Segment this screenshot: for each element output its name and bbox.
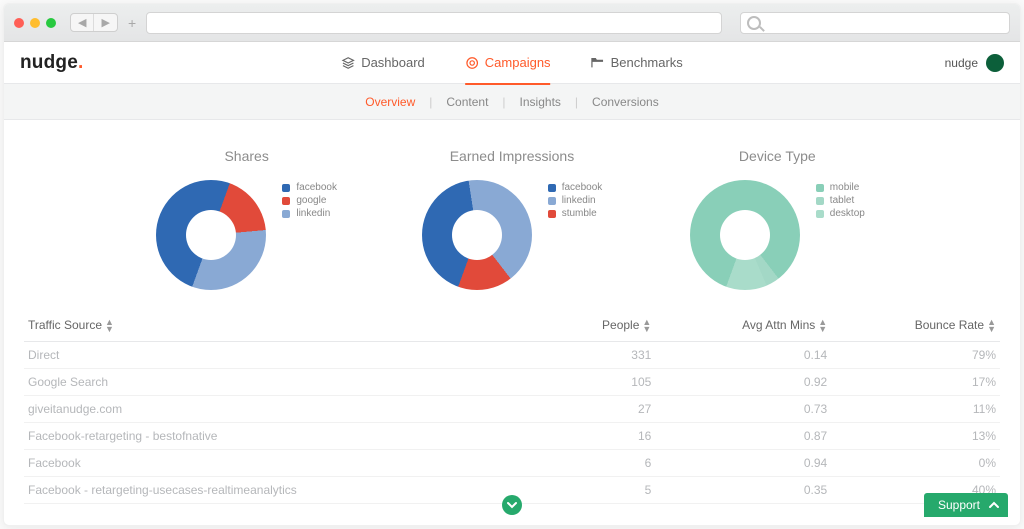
main-tabs: Dashboard Campaigns Benchmarks — [341, 42, 683, 84]
browser-chrome: ◀ ▶ + — [4, 4, 1020, 42]
user-label: nudge — [945, 56, 978, 70]
app-header: nudge. Dashboard Campaigns Benchmarks nudg… — [4, 42, 1020, 84]
legend-swatch — [548, 184, 556, 192]
legend-swatch — [548, 197, 556, 205]
legend-item: facebook — [548, 182, 603, 193]
chevron-up-icon — [988, 499, 1000, 511]
legend-swatch — [548, 210, 556, 218]
donut-chart — [156, 180, 266, 290]
support-button[interactable]: Support — [924, 493, 1008, 517]
chart-legend: facebook google linkedin — [282, 180, 337, 221]
donut-chart — [422, 180, 532, 290]
campaigns-icon — [465, 56, 479, 70]
sort-icon: ▲▼ — [105, 319, 114, 333]
sort-icon: ▲▼ — [642, 319, 651, 333]
add-tab-button[interactable]: + — [126, 15, 138, 31]
col-bounce[interactable]: Bounce Rate▲▼ — [831, 310, 1000, 341]
col-source[interactable]: Traffic Source▲▼ — [24, 310, 547, 341]
forward-button[interactable]: ▶ — [94, 14, 116, 31]
table-row[interactable]: Facebook-retargeting - bestofnative160.8… — [24, 422, 1000, 449]
legend-swatch — [816, 210, 824, 218]
dashboard-icon — [341, 56, 355, 70]
chart-device-type: Device Type mobile tablet desktop — [647, 140, 907, 290]
minimize-window-icon[interactable] — [30, 18, 40, 28]
tab-campaigns[interactable]: Campaigns — [465, 42, 551, 84]
legend-swatch — [282, 210, 290, 218]
window-controls — [14, 18, 56, 28]
subtab-conversions[interactable]: Conversions — [592, 95, 659, 109]
traffic-table: Traffic Source▲▼People▲▼Avg Attn Mins▲▼B… — [24, 310, 1000, 504]
close-window-icon[interactable] — [14, 18, 24, 28]
table-row[interactable]: Direct3310.1479% — [24, 341, 1000, 368]
legend-swatch — [282, 197, 290, 205]
subtab-overview[interactable]: Overview — [365, 95, 415, 109]
content-area: Shares facebook google linkedin Earned Imp… — [4, 120, 1020, 504]
user-menu[interactable]: nudge — [945, 54, 1004, 72]
address-bar[interactable] — [146, 12, 722, 34]
legend-item: facebook — [282, 182, 337, 193]
legend-item: stumble — [548, 208, 603, 219]
sort-icon: ▲▼ — [818, 319, 827, 333]
maximize-window-icon[interactable] — [46, 18, 56, 28]
donut-chart — [690, 180, 800, 290]
legend-swatch — [816, 184, 824, 192]
sort-icon: ▲▼ — [987, 319, 996, 333]
col-attn[interactable]: Avg Attn Mins▲▼ — [655, 310, 831, 341]
chart-legend: facebook linkedin stumble — [548, 180, 603, 221]
chart-title: Device Type — [647, 148, 907, 164]
chart-title: Earned Impressions — [382, 148, 642, 164]
expand-table-button[interactable] — [502, 495, 522, 515]
legend-swatch — [282, 184, 290, 192]
chart-title: Shares — [117, 148, 377, 164]
sub-tabs: Overview|Content|Insights|Conversions — [4, 84, 1020, 120]
legend-item: google — [282, 195, 337, 206]
benchmarks-icon — [591, 56, 605, 70]
subtab-content[interactable]: Content — [446, 95, 488, 109]
chart-row: Shares facebook google linkedin Earned Imp… — [114, 140, 910, 290]
support-label: Support — [938, 498, 980, 512]
table-row[interactable]: Facebook60.940% — [24, 449, 1000, 476]
chart-shares: Shares facebook google linkedin — [117, 140, 377, 290]
nav-buttons: ◀ ▶ — [70, 13, 118, 32]
table-row[interactable]: giveitanudge.com270.7311% — [24, 395, 1000, 422]
legend-item: linkedin — [548, 195, 603, 206]
back-button[interactable]: ◀ — [71, 14, 94, 31]
search-icon — [747, 16, 761, 30]
tab-benchmarks[interactable]: Benchmarks — [591, 42, 683, 84]
legend-item: desktop — [816, 208, 865, 219]
search-bar[interactable] — [740, 12, 1010, 34]
avatar — [986, 54, 1004, 72]
legend-item: tablet — [816, 195, 865, 206]
legend-item: mobile — [816, 182, 865, 193]
table-row[interactable]: Google Search1050.9217% — [24, 368, 1000, 395]
tab-dashboard[interactable]: Dashboard — [341, 42, 425, 84]
col-people[interactable]: People▲▼ — [547, 310, 655, 341]
legend-item: linkedin — [282, 208, 337, 219]
chart-legend: mobile tablet desktop — [816, 180, 865, 221]
subtab-insights[interactable]: Insights — [520, 95, 561, 109]
logo[interactable]: nudge. — [20, 52, 83, 74]
chart-earned-impressions: Earned Impressions facebook linkedin stumb… — [382, 140, 642, 290]
legend-swatch — [816, 197, 824, 205]
